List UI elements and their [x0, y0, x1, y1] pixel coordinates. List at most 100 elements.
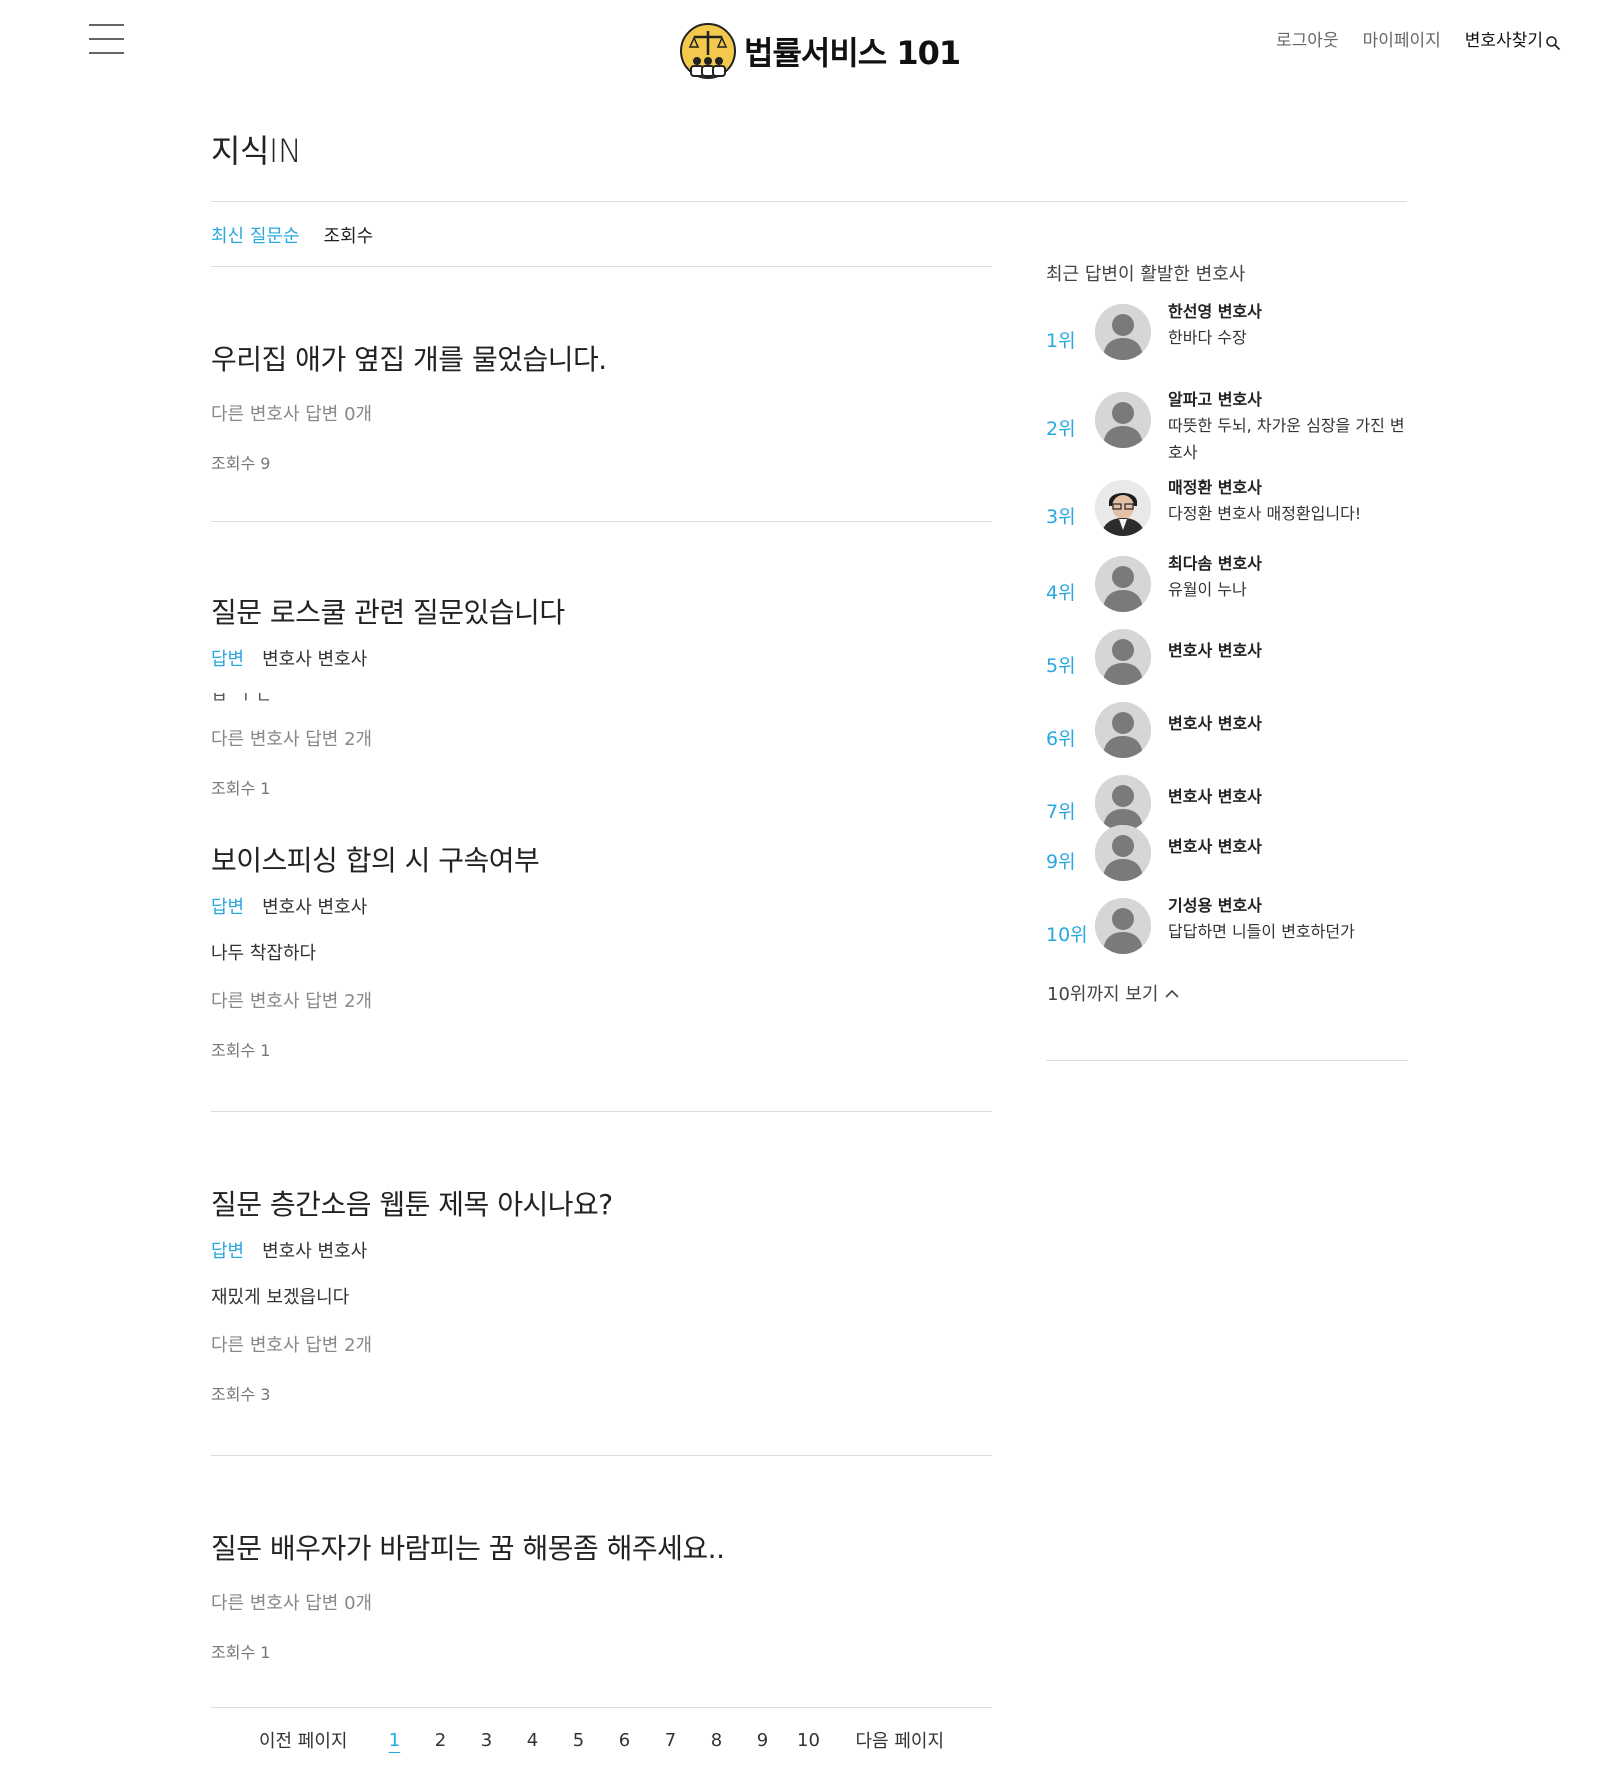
- chevron-up-icon: [1165, 989, 1180, 998]
- lawyer-name[interactable]: 매정환 변호사: [1168, 474, 1262, 498]
- page-number[interactable]: 2: [429, 1730, 453, 1751]
- view-count: 조회수 9: [211, 454, 271, 473]
- lawyer-name[interactable]: 변호사 변호사: [1168, 710, 1262, 734]
- default-person-avatar-icon[interactable]: [1095, 392, 1151, 448]
- answer-line: 답변 변호사 변호사: [211, 893, 992, 919]
- hamburger-line: [89, 24, 124, 26]
- page-number[interactable]: 4: [521, 1730, 545, 1751]
- divider: [211, 266, 992, 267]
- page-number[interactable]: 6: [613, 1730, 637, 1751]
- answer-tag: 답변: [211, 1241, 245, 1262]
- default-person-avatar-icon[interactable]: [1095, 775, 1151, 831]
- logo-text: 법률서비스 101: [744, 34, 961, 72]
- default-person-avatar-icon[interactable]: [1095, 825, 1151, 881]
- question-title[interactable]: 질문 층간소음 웹툰 제목 아시나요?: [211, 1183, 992, 1223]
- question-item: 우리집 애가 옆집 개를 물었습니다. 다른 변호사 답변 0개 조회수 9: [211, 338, 992, 474]
- rank-number: 1위: [1046, 330, 1076, 352]
- answer-tag: 답변: [211, 649, 245, 670]
- question-title[interactable]: 질문 배우자가 바람피는 꿈 해몽좀 해주세요..: [211, 1527, 992, 1567]
- default-person-avatar-icon[interactable]: [1095, 304, 1151, 360]
- divider: [211, 201, 1407, 202]
- show-top10-toggle[interactable]: 10위까지 보기: [1047, 980, 1180, 1006]
- default-person-avatar-icon[interactable]: [1095, 702, 1151, 758]
- rank-number: 6위: [1046, 728, 1076, 750]
- view-count: 조회수 1: [211, 779, 271, 798]
- answer-line: 답변 변호사 변호사: [211, 645, 992, 671]
- default-person-avatar-icon[interactable]: [1095, 556, 1151, 612]
- view-count: 조회수 1: [211, 1643, 271, 1662]
- logout-link[interactable]: 로그아웃: [1276, 26, 1339, 51]
- lawyer-tagline: 한바다 수장: [1168, 328, 1247, 347]
- lawyer-name[interactable]: 기성용 변호사: [1168, 892, 1262, 916]
- site-logo[interactable]: 법률서비스 101: [678, 20, 961, 82]
- lawyer-name[interactable]: 변호사 변호사: [1168, 783, 1262, 807]
- answer-author: 변호사 변호사: [262, 1241, 368, 1262]
- other-answers-count: 다른 변호사 답변 2개: [211, 991, 373, 1012]
- rank-number: 7위: [1046, 801, 1076, 823]
- question-title[interactable]: 질문 로스쿨 관련 질문있습니다: [211, 591, 992, 631]
- page-number[interactable]: 3: [475, 1730, 499, 1751]
- tab-latest-questions[interactable]: 최신 질문순: [211, 222, 300, 248]
- rank-number: 3위: [1046, 506, 1076, 528]
- prev-page-button[interactable]: 이전 페이지: [259, 1727, 348, 1753]
- hamburger-line: [89, 38, 124, 40]
- answer-author: 변호사 변호사: [262, 897, 368, 918]
- rank-number: 5위: [1046, 655, 1076, 677]
- tab-views[interactable]: 조회수: [324, 222, 374, 248]
- divider: [211, 1707, 992, 1708]
- view-count: 조회수 3: [211, 1385, 271, 1404]
- page-number[interactable]: 9: [751, 1730, 775, 1751]
- scales-of-justice-logo-icon: [680, 23, 736, 79]
- answer-preview: ㅂ ㄱ ㄷ: [211, 693, 992, 703]
- default-person-avatar-icon[interactable]: [1095, 898, 1151, 954]
- page-number[interactable]: 5: [567, 1730, 591, 1751]
- answer-author: 변호사 변호사: [262, 649, 368, 670]
- divider: [1046, 1060, 1408, 1061]
- next-page-button[interactable]: 다음 페이지: [856, 1727, 945, 1753]
- other-answers-count: 다른 변호사 답변 2개: [211, 729, 373, 750]
- divider: [211, 1455, 992, 1456]
- lawyer-tagline: 유월이 누나: [1168, 580, 1247, 599]
- search-icon[interactable]: [1545, 35, 1561, 51]
- lawyer-tagline: 따뜻한 두뇌, 차가운 심장을 가진 변호사: [1168, 416, 1405, 462]
- hamburger-line: [89, 52, 124, 54]
- sort-tabs: 최신 질문순 조회수: [211, 222, 397, 248]
- lawyer-name[interactable]: 최다솜 변호사: [1168, 550, 1262, 574]
- rank-number: 2위: [1046, 418, 1076, 440]
- other-answers-count: 다른 변호사 답변 0개: [211, 404, 373, 425]
- find-lawyer-link[interactable]: 변호사찾기: [1465, 26, 1543, 51]
- page-number[interactable]: 1: [383, 1730, 407, 1751]
- page-number[interactable]: 10: [797, 1730, 821, 1751]
- divider: [211, 1111, 992, 1112]
- question-item: 보이스피싱 합의 시 구속여부 답변 변호사 변호사 나두 착잡하다 다른 변호…: [211, 839, 992, 1061]
- lawyer-name[interactable]: 변호사 변호사: [1168, 833, 1262, 857]
- page-number[interactable]: 7: [659, 1730, 683, 1751]
- default-person-avatar-icon[interactable]: [1095, 629, 1151, 685]
- rank-number: 4위: [1046, 582, 1076, 604]
- page-number[interactable]: 8: [705, 1730, 729, 1751]
- answer-tag: 답변: [211, 897, 245, 918]
- answer-preview: 재밌게 보겠읍니다: [211, 1287, 350, 1308]
- divider: [211, 521, 992, 522]
- question-item: 질문 층간소음 웹툰 제목 아시나요? 답변 변호사 변호사 재밌게 보겠읍니다…: [211, 1183, 992, 1405]
- rank-number: 9위: [1046, 851, 1076, 873]
- answer-line: 답변 변호사 변호사: [211, 1237, 992, 1263]
- lawyer-name[interactable]: 알파고 변호사: [1168, 386, 1262, 410]
- question-title[interactable]: 우리집 애가 옆집 개를 물었습니다.: [211, 338, 992, 378]
- pagination: 이전 페이지 1 2 3 4 5 6 7 8 9 10 다음 페이지: [211, 1727, 992, 1753]
- question-title[interactable]: 보이스피싱 합의 시 구속여부: [211, 839, 992, 879]
- rank-number: 10위: [1046, 924, 1088, 946]
- lawyer-tagline: 답답하면 니들이 변호하던가: [1168, 922, 1355, 941]
- other-answers-count: 다른 변호사 답변 2개: [211, 1335, 373, 1356]
- question-item: 질문 로스쿨 관련 질문있습니다 답변 변호사 변호사 ㅂ ㄱ ㄷ 다른 변호사…: [211, 591, 992, 799]
- hamburger-menu-icon[interactable]: [89, 24, 125, 54]
- answer-preview: 나두 착잡하다: [211, 943, 317, 964]
- mypage-link[interactable]: 마이페이지: [1363, 26, 1441, 51]
- lawyer-tagline: 다정환 변호사 매정환입니다!: [1168, 504, 1362, 523]
- question-item: 질문 배우자가 바람피는 꿈 해몽좀 해주세요.. 다른 변호사 답변 0개 조…: [211, 1527, 992, 1663]
- top-nav: 로그아웃 마이페이지 변호사찾기: [1252, 26, 1561, 51]
- lawyer-name[interactable]: 한선영 변호사: [1168, 298, 1262, 322]
- other-answers-count: 다른 변호사 답변 0개: [211, 1593, 373, 1614]
- lawyer-name[interactable]: 변호사 변호사: [1168, 637, 1262, 661]
- lawyer-photo-avatar[interactable]: [1095, 480, 1151, 536]
